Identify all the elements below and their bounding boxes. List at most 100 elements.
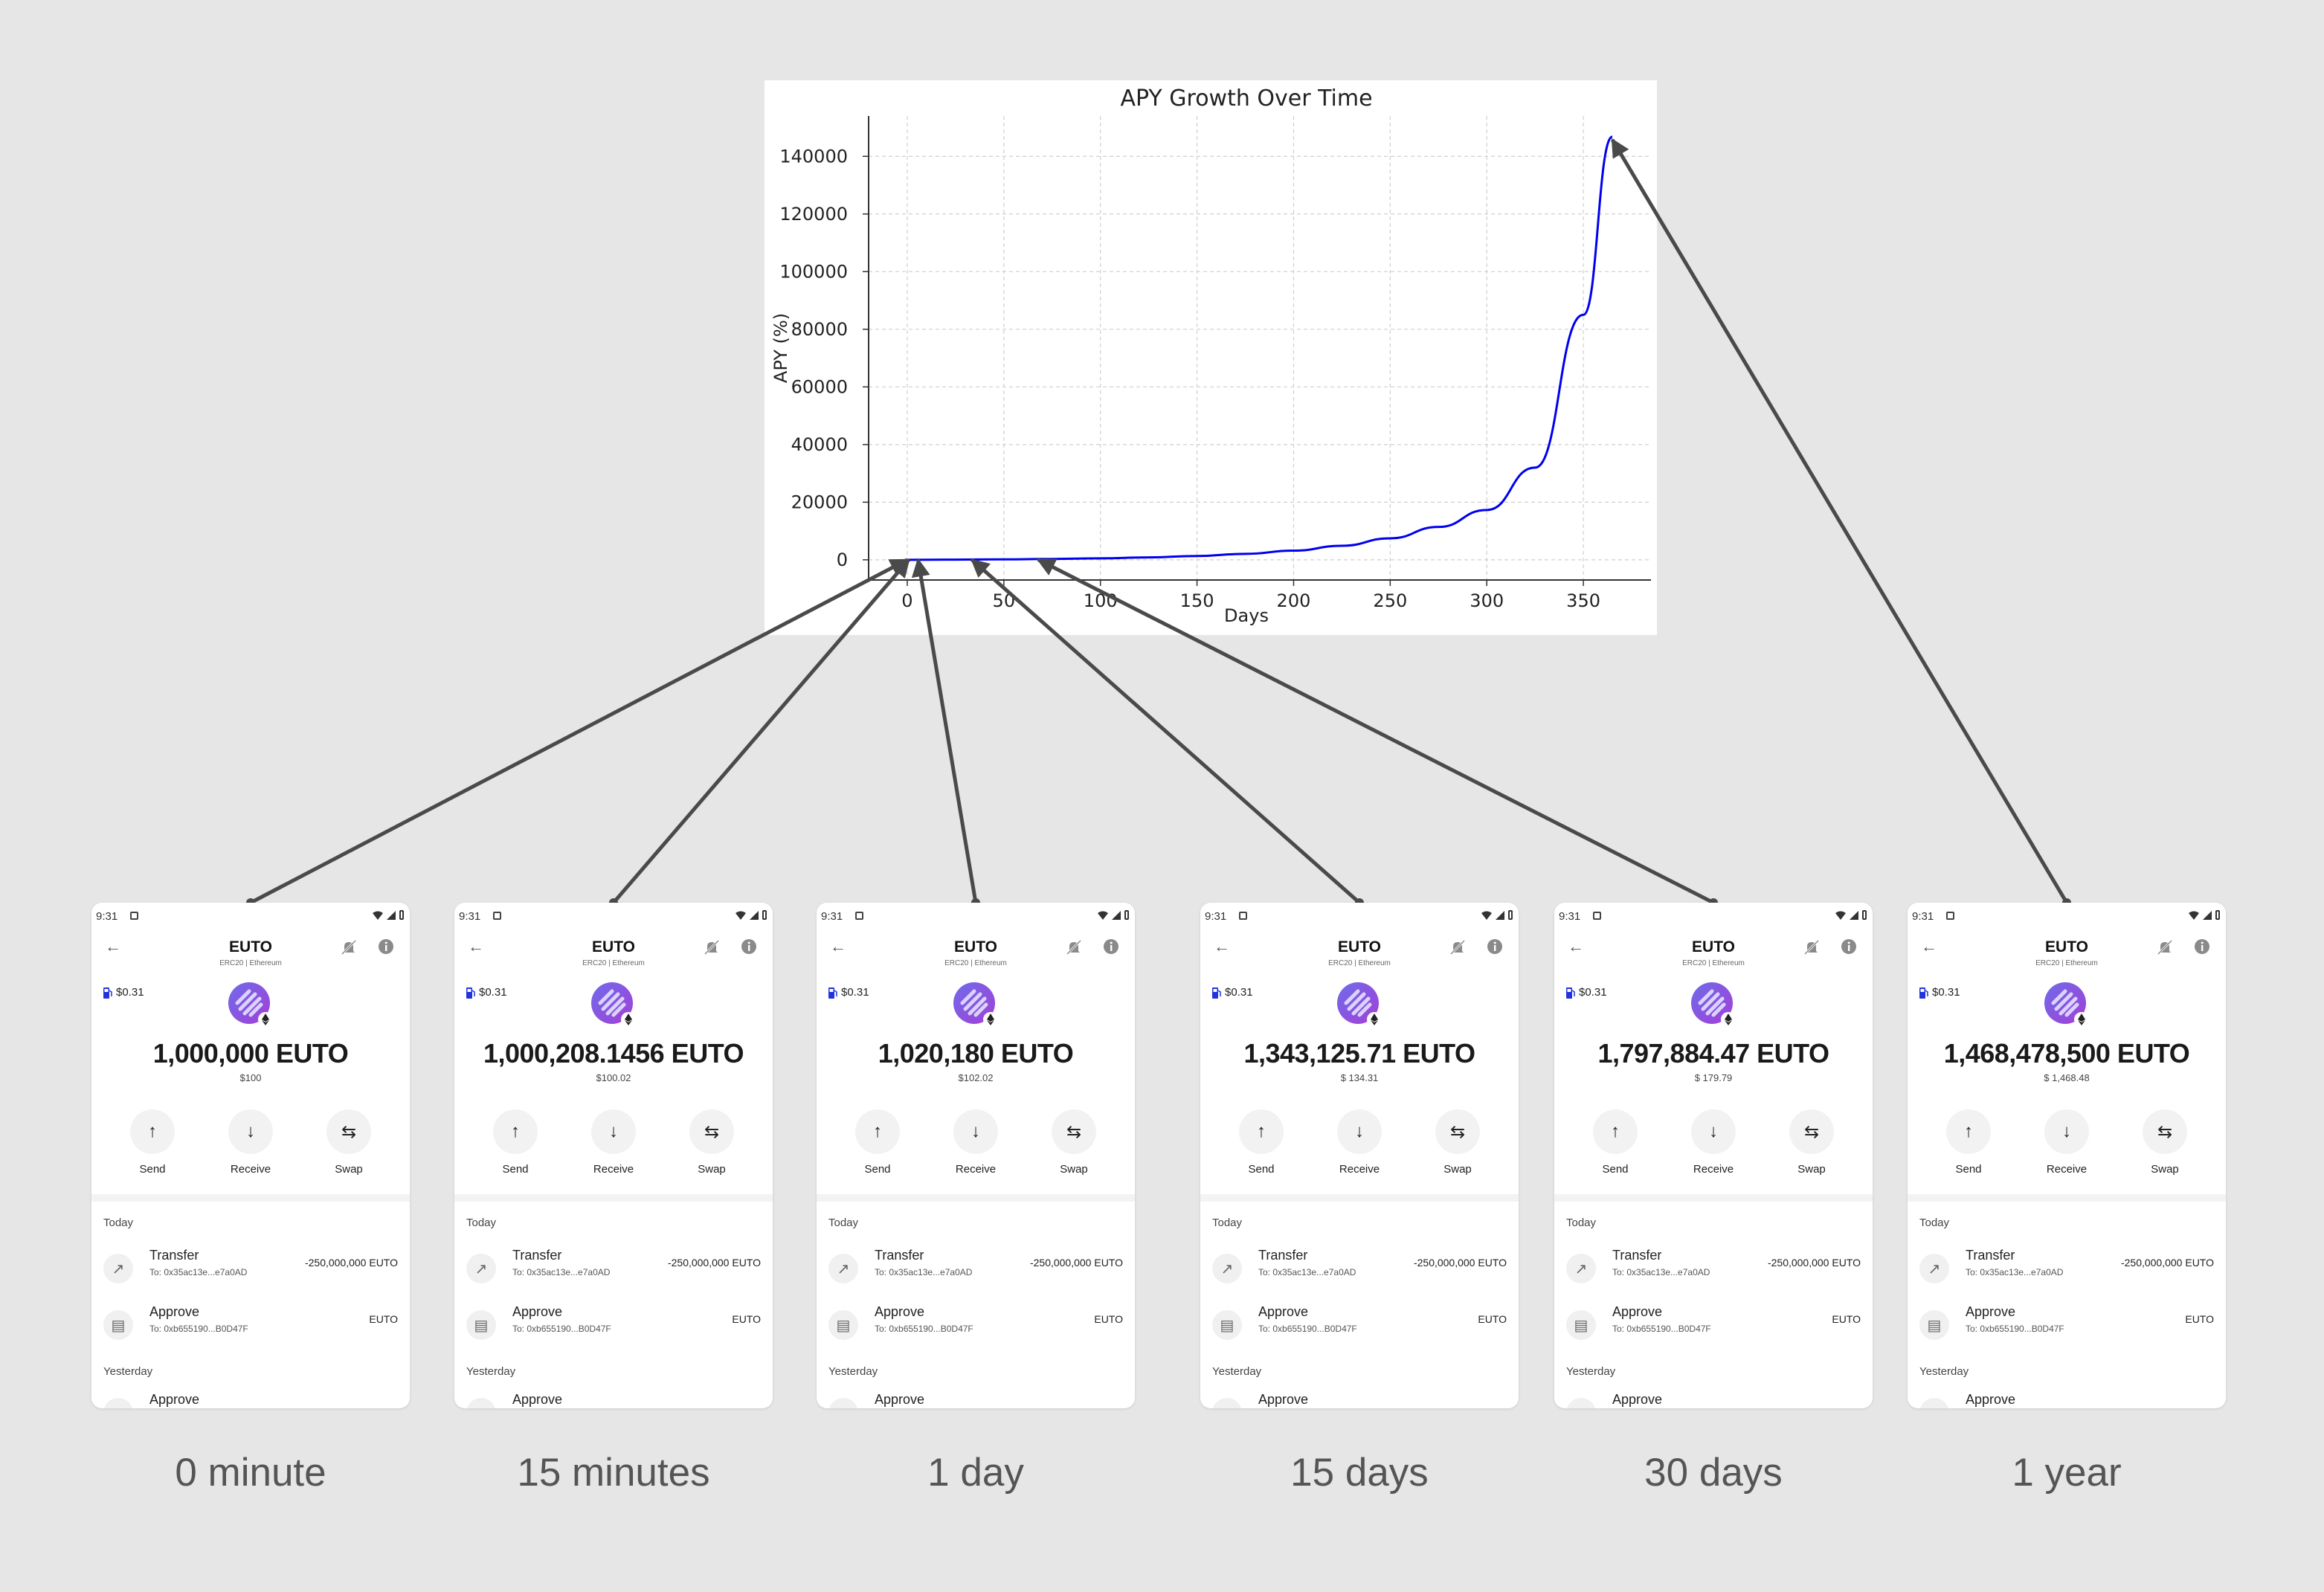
tx-amount: EUTO	[1094, 1313, 1123, 1325]
gas-fee: $0.31	[828, 986, 869, 999]
info-icon[interactable]	[1486, 938, 1504, 955]
send-button[interactable]: ↑ Send	[1228, 1109, 1295, 1176]
send-label: Send	[1955, 1163, 1982, 1176]
gas-fee: $0.31	[103, 986, 144, 999]
tx-type: Approve	[1966, 1304, 2016, 1319]
swap-button[interactable]: ⇆ Swap	[1040, 1109, 1107, 1176]
swap-label: Swap	[335, 1163, 363, 1176]
bell-off-icon[interactable]	[1065, 938, 1083, 956]
tx-type: Transfer	[1258, 1248, 1308, 1263]
bell-off-icon[interactable]	[703, 938, 721, 956]
transaction-row[interactable]: ▤ Approve To: 0xb655190...B0D47F EUTO	[1200, 1304, 1519, 1352]
status-bar: 9:31	[1200, 909, 1519, 924]
transaction-row[interactable]: ▤ Approve To: 0xb655190...B0D47F EUTO	[1908, 1304, 2226, 1352]
battery-icon	[762, 910, 767, 920]
transaction-row[interactable]: ↗ Transfer To: 0x35ac13e...e7a0AD -250,0…	[1908, 1248, 2226, 1295]
section-divider	[817, 1194, 1135, 1202]
transaction-row[interactable]: ▤ Approve	[817, 1392, 1135, 1408]
apy-curve	[907, 135, 1613, 561]
euto-token-logo	[1337, 982, 1382, 1027]
euto-token-logo	[953, 982, 998, 1027]
y-tick-label: 40000	[791, 434, 848, 455]
send-button[interactable]: ↑ Send	[1582, 1109, 1649, 1176]
gas-fee: $0.31	[1566, 986, 1607, 999]
tx-amount: EUTO	[1832, 1313, 1861, 1325]
document-icon: ▤	[1566, 1398, 1596, 1408]
yesterday-heading: Yesterday	[828, 1365, 878, 1378]
transaction-row[interactable]: ↗ Transfer To: 0x35ac13e...e7a0AD -250,0…	[91, 1248, 410, 1295]
wallet-phone-screen: 9:31 ← EUTO ERC20 | Ethereum	[91, 903, 410, 1408]
wallet-phone-screen: 9:31 ← EUTO ERC20 | Ethereum	[1200, 903, 1519, 1408]
bell-off-icon[interactable]	[2156, 938, 2174, 956]
tx-recipient: To: 0xb655190...B0D47F	[1966, 1324, 2064, 1334]
bell-off-icon[interactable]	[340, 938, 358, 956]
info-icon[interactable]	[1840, 938, 1858, 955]
gas-fee-value: $0.31	[116, 986, 144, 999]
bell-off-icon[interactable]	[1803, 938, 1821, 956]
send-button[interactable]: ↑ Send	[844, 1109, 911, 1176]
info-icon[interactable]	[740, 938, 758, 955]
token-balance: 1,000,000 EUTO	[152, 1038, 349, 1069]
action-buttons: ↑ Send ↓ Receive ⇆ Swap	[454, 1109, 773, 1176]
document-icon: ▤	[1212, 1398, 1242, 1408]
tx-recipient: To: 0xb655190...B0D47F	[512, 1324, 611, 1334]
bell-off-icon[interactable]	[1449, 938, 1467, 956]
yesterday-heading: Yesterday	[466, 1365, 516, 1378]
receive-button[interactable]: ↓ Receive	[1326, 1109, 1393, 1176]
status-icons	[1835, 910, 1867, 920]
receive-button[interactable]: ↓ Receive	[2033, 1109, 2100, 1176]
transaction-row[interactable]: ↗ Transfer To: 0x35ac13e...e7a0AD -250,0…	[817, 1248, 1135, 1295]
tx-type: Approve	[1612, 1304, 1663, 1319]
send-button[interactable]: ↑ Send	[119, 1109, 186, 1176]
tx-recipient: To: 0x35ac13e...e7a0AD	[1612, 1267, 1710, 1277]
token-network: ERC20 | Ethereum	[1328, 959, 1391, 967]
transaction-row[interactable]: ▤ Approve To: 0xb655190...B0D47F EUTO	[817, 1304, 1135, 1352]
send-button[interactable]: ↑ Send	[482, 1109, 549, 1176]
swap-button[interactable]: ⇆ Swap	[2131, 1109, 2198, 1176]
transaction-row[interactable]: ▤ Approve	[454, 1392, 773, 1408]
receive-label: Receive	[593, 1163, 634, 1176]
transaction-row[interactable]: ↗ Transfer To: 0x35ac13e...e7a0AD -250,0…	[454, 1248, 773, 1295]
transaction-row[interactable]: ▤ Approve To: 0xb655190...B0D47F EUTO	[1554, 1304, 1873, 1352]
receive-button[interactable]: ↓ Receive	[942, 1109, 1009, 1176]
x-tick-label: 0	[901, 590, 912, 611]
transaction-row[interactable]: ▤ Approve	[1200, 1392, 1519, 1408]
transaction-row[interactable]: ▤ Approve	[1554, 1392, 1873, 1408]
info-icon[interactable]	[1102, 938, 1120, 955]
send-button[interactable]: ↑ Send	[1935, 1109, 2002, 1176]
receive-button[interactable]: ↓ Receive	[217, 1109, 284, 1176]
section-divider	[454, 1194, 773, 1202]
transaction-row[interactable]: ▤ Approve	[1908, 1392, 2226, 1408]
transaction-row[interactable]: ↗ Transfer To: 0x35ac13e...e7a0AD -250,0…	[1200, 1248, 1519, 1295]
yesterday-heading: Yesterday	[103, 1365, 153, 1378]
status-bar: 9:31	[91, 909, 410, 924]
info-icon[interactable]	[377, 938, 395, 955]
fiat-value: $ 134.31	[1340, 1072, 1379, 1083]
transaction-row[interactable]: ▤ Approve To: 0xb655190...B0D47F EUTO	[454, 1304, 773, 1352]
gas-pump-icon	[466, 987, 475, 999]
tx-amount: -250,000,000 EUTO	[2120, 1257, 2214, 1269]
arrow-up-right-icon: ↗	[1566, 1254, 1596, 1283]
info-icon[interactable]	[2193, 938, 2211, 955]
swap-button[interactable]: ⇆ Swap	[1424, 1109, 1491, 1176]
x-axis-title: Days	[1224, 605, 1269, 626]
tx-type: Approve	[149, 1304, 200, 1319]
token-name: EUTO	[2045, 938, 2088, 955]
transaction-row[interactable]: ▤ Approve To: 0xb655190...B0D47F EUTO	[91, 1304, 410, 1352]
transaction-row[interactable]: ↗ Transfer To: 0x35ac13e...e7a0AD -250,0…	[1554, 1248, 1873, 1295]
x-tick-label: 300	[1470, 590, 1504, 611]
swap-button[interactable]: ⇆ Swap	[315, 1109, 382, 1176]
swap-button[interactable]: ⇆ Swap	[678, 1109, 745, 1176]
tx-type: Approve	[1966, 1392, 2016, 1407]
arrow-up-right-icon: ↗	[1919, 1254, 1949, 1283]
signal-icon	[1112, 910, 1121, 920]
swap-button[interactable]: ⇆ Swap	[1778, 1109, 1845, 1176]
receive-button[interactable]: ↓ Receive	[1680, 1109, 1747, 1176]
token-header: ← EUTO ERC20 | Ethereum	[1200, 925, 1519, 970]
time-caption: 0 minute	[175, 1451, 326, 1495]
transaction-row[interactable]: ▤ Approve	[91, 1392, 410, 1408]
token-header: ← EUTO ERC20 | Ethereum	[1908, 925, 2226, 970]
document-icon: ▤	[103, 1310, 133, 1340]
receive-button[interactable]: ↓ Receive	[580, 1109, 647, 1176]
receive-label: Receive	[1693, 1163, 1734, 1176]
